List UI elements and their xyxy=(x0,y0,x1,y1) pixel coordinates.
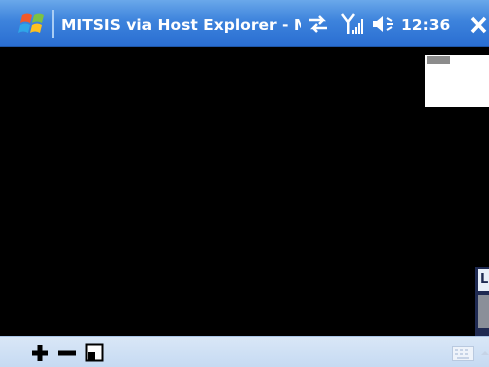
keyboard-icon[interactable] xyxy=(452,346,474,361)
terminal-screen[interactable]: L xyxy=(0,47,489,336)
minus-icon[interactable] xyxy=(57,343,77,363)
windows-start-icon[interactable] xyxy=(18,11,48,37)
side-window-content xyxy=(478,295,489,328)
title-separator xyxy=(52,10,54,38)
bottom-toolbar xyxy=(0,336,489,367)
volume-icon[interactable] xyxy=(371,14,395,34)
signal-strength-icon[interactable] xyxy=(340,12,364,36)
title-bar: MITSIS via Host Explorer - M 12:36 xyxy=(0,0,489,47)
overlay-panel-bar xyxy=(427,56,450,64)
close-icon[interactable] xyxy=(468,12,489,38)
clock[interactable]: 12:36 xyxy=(401,14,450,36)
window-icon[interactable] xyxy=(85,343,105,363)
side-window[interactable]: L xyxy=(475,267,489,336)
overlay-panel xyxy=(425,55,489,107)
side-window-label: L xyxy=(478,269,489,291)
window-title: MITSIS via Host Explorer - M xyxy=(61,16,301,34)
connectivity-icon[interactable] xyxy=(306,14,330,34)
input-arrow-icon[interactable] xyxy=(479,347,489,359)
plus-icon[interactable] xyxy=(30,343,50,363)
